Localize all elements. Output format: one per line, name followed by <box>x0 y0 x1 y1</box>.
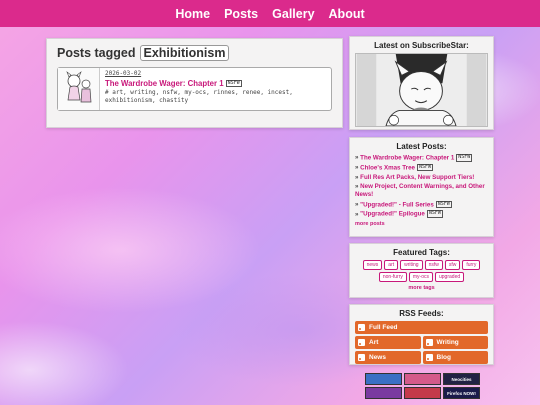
rss-feeds-panel: RSS Feeds: Full Feed Art Writing News Bl… <box>349 304 494 365</box>
latest-post-title[interactable]: Full Res Art Packs, New Support Tiers! <box>360 174 474 181</box>
nav-about[interactable]: About <box>329 7 365 21</box>
post-card[interactable]: 2026-03-02 The Wardrobe Wager: Chapter 1… <box>57 67 332 111</box>
tag-writing[interactable]: writing <box>400 260 423 270</box>
neocities-badge[interactable]: Neocities <box>443 373 480 385</box>
post-tags-line-2: exhibitionism, chastity <box>105 96 189 104</box>
nav-gallery[interactable]: Gallery <box>272 7 314 21</box>
latest-post-item[interactable]: Chloe's Xmas TreeNSFW <box>355 163 488 173</box>
subscribestar-preview-image[interactable] <box>355 53 488 127</box>
web-badge[interactable] <box>365 387 402 399</box>
tag-my-ocs[interactable]: my-ocs <box>408 272 433 282</box>
post-body: 2026-03-02 The Wardrobe Wager: Chapter 1… <box>100 68 298 110</box>
nav-posts[interactable]: Posts <box>224 7 258 21</box>
rss-icon <box>425 339 433 346</box>
rss-blog-button[interactable]: Blog <box>422 351 488 364</box>
featured-tags-panel: Featured Tags: news art writing nsfw sfw… <box>349 243 494 298</box>
rss-art-button[interactable]: Art <box>355 336 421 349</box>
subscribestar-heading: Latest on SubscribeStar: <box>374 41 469 50</box>
tag-art[interactable]: art <box>384 260 399 270</box>
latest-post-title[interactable]: New Project, Content Warnings, and Other… <box>355 183 485 198</box>
web-badge[interactable] <box>404 387 441 399</box>
nav-home[interactable]: Home <box>175 7 210 21</box>
latest-post-item[interactable]: "Upgraded!" - Full SeriesNSFW <box>355 200 488 210</box>
web-badges: Neocities Firefox NOW! <box>365 373 480 399</box>
tag-nsfw[interactable]: nsfw <box>424 260 443 270</box>
rss-full-feed-button[interactable]: Full Feed <box>355 321 488 334</box>
page-title-prefix: Posts tagged <box>57 46 136 60</box>
rss-feeds-heading: RSS Feeds: <box>399 309 444 318</box>
nsfw-badge: NSFW <box>456 154 473 162</box>
nsfw-badge: NSFW <box>225 79 242 88</box>
tag-news[interactable]: news <box>362 260 383 270</box>
current-tag: Exhibitionism <box>139 45 230 61</box>
latest-post-title[interactable]: "Upgraded!" Epilogue <box>360 211 425 218</box>
rss-news-button[interactable]: News <box>355 351 421 364</box>
latest-post-item[interactable]: New Project, Content Warnings, and Other… <box>355 183 488 200</box>
rss-button-label: Writing <box>436 339 459 346</box>
page-title: Posts tagged Exhibitionism <box>57 45 332 61</box>
firefox-badge[interactable]: Firefox NOW! <box>443 387 480 399</box>
rss-icon <box>358 324 365 331</box>
tag-furry[interactable]: furry <box>462 260 481 270</box>
post-thumbnail[interactable] <box>58 68 100 110</box>
latest-post-title[interactable]: The Wardrobe Wager: Chapter 1 <box>360 154 454 161</box>
latest-posts-panel: Latest Posts: The Wardrobe Wager: Chapte… <box>349 137 494 237</box>
tag-upgraded[interactable]: upgraded <box>435 272 465 282</box>
nsfw-badge: NSFW <box>435 200 452 209</box>
latest-post-title[interactable]: "Upgraded!" - Full Series <box>360 201 434 208</box>
latest-post-item[interactable]: "Upgraded!" EpilogueNSFW <box>355 210 488 219</box>
more-posts-link[interactable]: more posts <box>355 221 488 227</box>
post-tags-line-1: # art, writing, nsfw, my-ocs, rinnes, re… <box>105 89 293 97</box>
rss-button-label: Full Feed <box>369 324 398 331</box>
rss-button-label: Blog <box>436 354 451 361</box>
more-tags-link[interactable]: more tags <box>355 285 488 291</box>
tag-non-furry[interactable]: non-furry <box>378 272 407 282</box>
post-title-link[interactable]: The Wardrobe Wager: Chapter 1 <box>105 79 224 88</box>
rss-button-label: News <box>369 354 386 361</box>
rss-writing-button[interactable]: Writing <box>422 336 488 349</box>
web-badge[interactable] <box>404 373 441 385</box>
featured-tags-heading: Featured Tags: <box>393 248 450 257</box>
tagged-posts-panel: Posts tagged Exhibitionism 2026-03-02 Th… <box>46 38 343 128</box>
latest-posts-heading: Latest Posts: <box>396 142 447 151</box>
rss-buttons: Full Feed Art Writing News Blog <box>355 321 488 364</box>
web-badge[interactable] <box>365 373 402 385</box>
subscribestar-panel: Latest on SubscribeStar: <box>349 36 494 130</box>
tag-sfw[interactable]: sfw <box>444 260 461 270</box>
latest-post-title[interactable]: Chloe's Xmas Tree <box>360 164 415 171</box>
featured-tags-list: news art writing nsfw sfw furry non-furr… <box>355 260 488 282</box>
nsfw-badge: NSFW <box>416 163 433 172</box>
post-date[interactable]: 2026-03-02 <box>105 70 293 78</box>
post-title-line: The Wardrobe Wager: Chapter 1 NSFW <box>105 79 293 89</box>
nsfw-badge: NSFW <box>426 210 443 218</box>
rss-button-label: Art <box>369 339 379 346</box>
rss-icon <box>358 354 365 361</box>
top-nav: Home Posts Gallery About <box>0 0 540 27</box>
post-thumbnail-image <box>59 70 98 108</box>
rss-icon <box>425 354 433 361</box>
latest-post-item[interactable]: Full Res Art Packs, New Support Tiers! <box>355 174 488 182</box>
latest-post-item[interactable]: The Wardrobe Wager: Chapter 1NSFW <box>355 154 488 163</box>
latest-posts-list: The Wardrobe Wager: Chapter 1NSFW Chloe'… <box>355 154 488 219</box>
rss-icon <box>358 339 365 346</box>
